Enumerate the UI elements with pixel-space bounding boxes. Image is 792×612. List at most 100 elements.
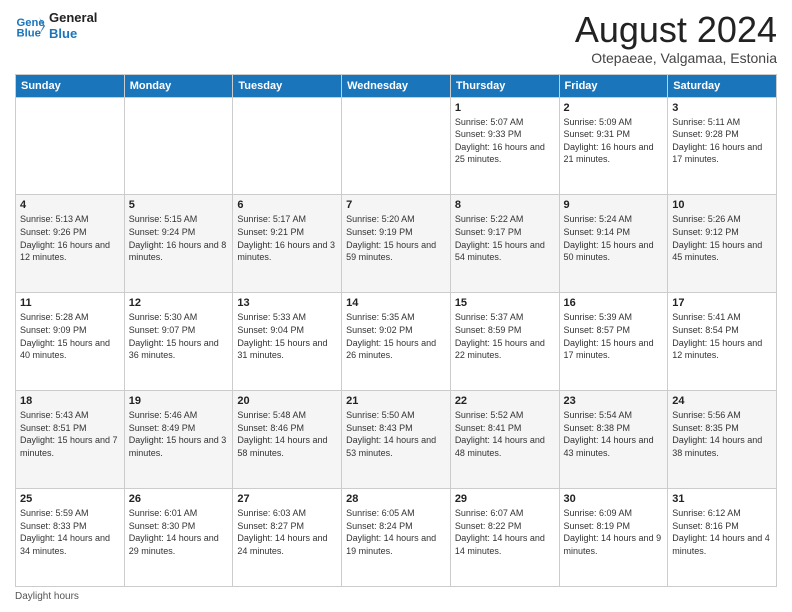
day-cell: 7 Sunrise: 5:20 AM Sunset: 9:19 PM Daylig… [342,195,451,293]
day-cell: 20Sunrise: 5:48 AM Sunset: 8:46 PM Dayli… [233,391,342,489]
day-info: Sunrise: 5:13 AM Sunset: 9:26 PM Dayligh… [20,213,120,263]
day-number: 19 [129,395,229,407]
day-info: Sunrise: 5:48 AM Sunset: 8:46 PM Dayligh… [237,409,337,459]
day-info: Sunrise: 6:09 AM Sunset: 8:19 PM Dayligh… [564,507,664,557]
logo-line1: General [49,10,97,26]
day-number: 1 [455,102,555,114]
day-info: Sunrise: 5:30 AM Sunset: 9:07 PM Dayligh… [129,311,229,361]
day-cell: 1 Sunrise: 5:07 AM Sunset: 9:33 PM Daylig… [450,97,559,195]
day-cell: 28 Sunrise: 6:05 AM Sunset: 8:24 PM Dayli… [342,489,451,587]
day-cell: 16Sunrise: 5:39 AM Sunset: 8:57 PM Dayli… [559,293,668,391]
day-number: 28 [346,493,446,505]
day-info: Sunrise: 5:39 AM Sunset: 8:57 PM Dayligh… [564,311,664,361]
page-subtitle: Otepaeae, Valgamaa, Estonia [575,50,777,66]
day-cell: 22Sunrise: 5:52 AM Sunset: 8:41 PM Dayli… [450,391,559,489]
day-number: 26 [129,493,229,505]
day-number: 3 [672,102,772,114]
day-info: Sunrise: 5:17 AM Sunset: 9:21 PM Dayligh… [237,213,337,263]
day-number: 6 [237,199,337,211]
day-cell: 9 Sunrise: 5:24 AM Sunset: 9:14 PM Daylig… [559,195,668,293]
day-info: Sunrise: 5:28 AM Sunset: 9:09 PM Dayligh… [20,311,120,361]
day-number: 7 [346,199,446,211]
day-number: 30 [564,493,664,505]
header-row: SundayMondayTuesdayWednesdayThursdayFrid… [16,74,777,97]
header-day-monday: Monday [124,74,233,97]
day-info: Sunrise: 5:41 AM Sunset: 8:54 PM Dayligh… [672,311,772,361]
header-day-thursday: Thursday [450,74,559,97]
day-info: Sunrise: 5:20 AM Sunset: 9:19 PM Dayligh… [346,213,446,263]
day-number: 18 [20,395,120,407]
header-day-wednesday: Wednesday [342,74,451,97]
day-cell [16,97,125,195]
day-cell: 30 Sunrise: 6:09 AM Sunset: 8:19 PM Dayli… [559,489,668,587]
day-number: 11 [20,297,120,309]
svg-text:Blue: Blue [17,27,41,39]
day-number: 5 [129,199,229,211]
day-info: Sunrise: 6:03 AM Sunset: 8:27 PM Dayligh… [237,507,337,557]
day-info: Sunrise: 6:05 AM Sunset: 8:24 PM Dayligh… [346,507,446,557]
day-cell: 15 Sunrise: 5:37 AM Sunset: 8:59 PM Dayli… [450,293,559,391]
day-cell: 31 Sunrise: 6:12 AM Sunset: 8:16 PM Dayli… [668,489,777,587]
day-cell: 8 Sunrise: 5:22 AM Sunset: 9:17 PM Daylig… [450,195,559,293]
day-cell: 27 Sunrise: 6:03 AM Sunset: 8:27 PM Dayli… [233,489,342,587]
day-number: 13 [237,297,337,309]
day-info: Sunrise: 5:07 AM Sunset: 9:33 PM Dayligh… [455,116,555,166]
day-cell: 14Sunrise: 5:35 AM Sunset: 9:02 PM Dayli… [342,293,451,391]
day-cell: 5 Sunrise: 5:15 AM Sunset: 9:24 PM Daylig… [124,195,233,293]
day-info: Sunrise: 5:22 AM Sunset: 9:17 PM Dayligh… [455,213,555,263]
day-cell: 3 Sunrise: 5:11 AM Sunset: 9:28 PM Daylig… [668,97,777,195]
day-info: Sunrise: 5:24 AM Sunset: 9:14 PM Dayligh… [564,213,664,263]
day-number: 25 [20,493,120,505]
day-cell [124,97,233,195]
week-row-4: 18Sunrise: 5:43 AM Sunset: 8:51 PM Dayli… [16,391,777,489]
day-number: 15 [455,297,555,309]
day-number: 24 [672,395,772,407]
title-block: August 2024 Otepaeae, Valgamaa, Estonia [575,10,777,66]
day-number: 2 [564,102,664,114]
day-cell: 11 Sunrise: 5:28 AM Sunset: 9:09 PM Dayli… [16,293,125,391]
page-title: August 2024 [575,10,777,50]
day-info: Sunrise: 6:01 AM Sunset: 8:30 PM Dayligh… [129,507,229,557]
day-info: Sunrise: 5:56 AM Sunset: 8:35 PM Dayligh… [672,409,772,459]
day-info: Sunrise: 5:26 AM Sunset: 9:12 PM Dayligh… [672,213,772,263]
header-day-tuesday: Tuesday [233,74,342,97]
day-info: Sunrise: 5:11 AM Sunset: 9:28 PM Dayligh… [672,116,772,166]
calendar-header: SundayMondayTuesdayWednesdayThursdayFrid… [16,74,777,97]
day-cell: 17Sunrise: 5:41 AM Sunset: 8:54 PM Dayli… [668,293,777,391]
day-cell: 12 Sunrise: 5:30 AM Sunset: 9:07 PM Dayli… [124,293,233,391]
calendar-table: SundayMondayTuesdayWednesdayThursdayFrid… [15,74,777,587]
day-info: Sunrise: 5:59 AM Sunset: 8:33 PM Dayligh… [20,507,120,557]
day-cell: 24 Sunrise: 5:56 AM Sunset: 8:35 PM Dayli… [668,391,777,489]
day-info: Sunrise: 5:52 AM Sunset: 8:41 PM Dayligh… [455,409,555,459]
calendar-body: 1 Sunrise: 5:07 AM Sunset: 9:33 PM Daylig… [16,97,777,586]
day-info: Sunrise: 6:12 AM Sunset: 8:16 PM Dayligh… [672,507,772,557]
day-cell: 21Sunrise: 5:50 AM Sunset: 8:43 PM Dayli… [342,391,451,489]
day-cell: 13 Sunrise: 5:33 AM Sunset: 9:04 PM Dayli… [233,293,342,391]
day-number: 23 [564,395,664,407]
logo: General Blue General Blue [15,10,97,41]
day-number: 12 [129,297,229,309]
day-cell [233,97,342,195]
footer-note: Daylight hours [15,591,777,602]
day-cell: 25 Sunrise: 5:59 AM Sunset: 8:33 PM Dayli… [16,489,125,587]
day-number: 4 [20,199,120,211]
day-info: Sunrise: 6:07 AM Sunset: 8:22 PM Dayligh… [455,507,555,557]
day-number: 31 [672,493,772,505]
logo-line2: Blue [49,26,97,42]
day-cell: 19Sunrise: 5:46 AM Sunset: 8:49 PM Dayli… [124,391,233,489]
day-number: 9 [564,199,664,211]
day-info: Sunrise: 5:37 AM Sunset: 8:59 PM Dayligh… [455,311,555,361]
day-info: Sunrise: 5:33 AM Sunset: 9:04 PM Dayligh… [237,311,337,361]
day-number: 8 [455,199,555,211]
logo-icon: General Blue [15,11,45,41]
day-number: 29 [455,493,555,505]
day-info: Sunrise: 5:15 AM Sunset: 9:24 PM Dayligh… [129,213,229,263]
header-day-sunday: Sunday [16,74,125,97]
week-row-1: 1 Sunrise: 5:07 AM Sunset: 9:33 PM Daylig… [16,97,777,195]
week-row-5: 25 Sunrise: 5:59 AM Sunset: 8:33 PM Dayli… [16,489,777,587]
day-cell: 6 Sunrise: 5:17 AM Sunset: 9:21 PM Daylig… [233,195,342,293]
day-number: 10 [672,199,772,211]
day-info: Sunrise: 5:54 AM Sunset: 8:38 PM Dayligh… [564,409,664,459]
day-number: 27 [237,493,337,505]
header: General Blue General Blue August 2024 Ot… [15,10,777,66]
